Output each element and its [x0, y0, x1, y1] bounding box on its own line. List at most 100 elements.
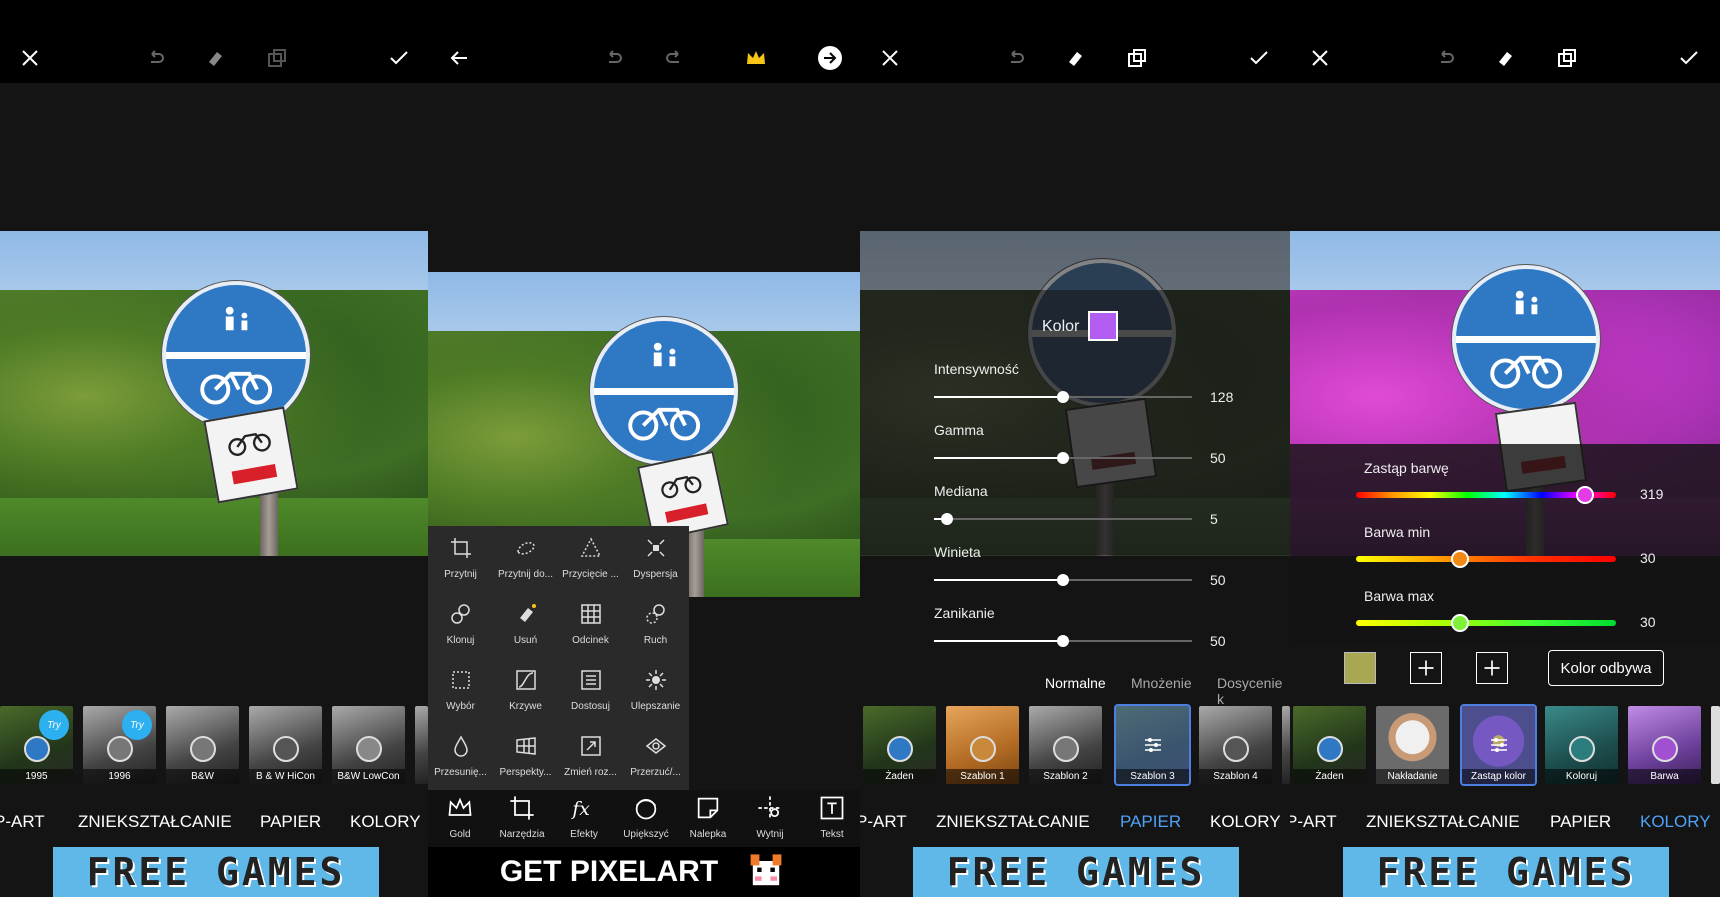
tab-p-art[interactable]: P-ART: [1290, 812, 1337, 832]
tab-p-art[interactable]: P-ART: [860, 812, 907, 832]
tool-free-crop[interactable]: Przycięcie ...: [558, 526, 623, 592]
filter-thumb[interactable]: Żaden: [1293, 706, 1366, 784]
ad-banner[interactable]: FREE GAMES: [913, 847, 1239, 897]
filter-thumb[interactable]: Koloruj: [1545, 706, 1618, 784]
tab-distort[interactable]: ZNIEKSZTAŁCANIE: [1366, 812, 1520, 832]
filter-thumb[interactable]: Szablon 1: [946, 706, 1019, 784]
tool-segment[interactable]: Odcinek: [558, 592, 623, 658]
hue-slider-track[interactable]: [1356, 550, 1616, 568]
back-arrow-icon[interactable]: [444, 43, 474, 73]
filter-thumb[interactable]: B&W: [166, 706, 239, 784]
filter-thumb[interactable]: [415, 706, 428, 784]
tab-colors[interactable]: KOLORY: [1640, 812, 1711, 832]
tool-clone[interactable]: Klonuj: [428, 592, 493, 658]
tool-enhance[interactable]: Ulepszanie: [623, 658, 688, 724]
blend-burn[interactable]: Dosycenie k: [1217, 675, 1290, 707]
filter-thumb[interactable]: [1282, 706, 1290, 784]
tool-cutout[interactable]: Wytnij: [738, 794, 802, 840]
filter-thumb[interactable]: [1711, 706, 1720, 784]
blend-normal[interactable]: Normalne: [1045, 675, 1106, 691]
ad-banner[interactable]: FREE GAMES: [1343, 847, 1669, 897]
next-arrow-icon[interactable]: [815, 43, 845, 73]
undo-icon[interactable]: [1430, 43, 1460, 73]
redo-icon[interactable]: [660, 43, 690, 73]
hue-slider-track[interactable]: [1356, 486, 1616, 504]
tool-sticker[interactable]: Nalepka: [676, 794, 740, 840]
filter-thumb-selected[interactable]: Zastąp kolor: [1460, 704, 1537, 786]
slider-knob[interactable]: [1057, 391, 1069, 403]
filter-thumb-selected[interactable]: Szablon 3: [1114, 704, 1191, 786]
compare-icon[interactable]: [1552, 43, 1582, 73]
hue-slider-knob[interactable]: [1451, 550, 1469, 568]
filter-thumb[interactable]: B&W LowCon: [332, 706, 405, 784]
slider-track[interactable]: [934, 513, 1192, 525]
eraser-icon[interactable]: [200, 43, 230, 73]
tool-gold[interactable]: Gold: [428, 794, 492, 840]
undo-icon[interactable]: [598, 43, 628, 73]
tool-effects[interactable]: fx Efekty: [552, 794, 616, 840]
compare-icon[interactable]: [262, 43, 292, 73]
tool-select[interactable]: Wybór: [428, 658, 493, 724]
apply-check-icon[interactable]: [1674, 43, 1704, 73]
tool-dispersion[interactable]: Dyspersja: [623, 526, 688, 592]
tool-flip[interactable]: Przerzuć/...: [623, 724, 688, 790]
tab-distort[interactable]: ZNIEKSZTAŁCANIE: [936, 812, 1090, 832]
eraser-icon[interactable]: [1060, 43, 1090, 73]
tool-shift[interactable]: Przesunię...: [428, 724, 493, 790]
slider-knob[interactable]: [1057, 574, 1069, 586]
slider-knob[interactable]: [1057, 635, 1069, 647]
add-color-button[interactable]: [1410, 652, 1442, 684]
ad-banner[interactable]: FREE GAMES: [53, 847, 379, 897]
compare-icon[interactable]: [1122, 43, 1152, 73]
filter-thumb[interactable]: B & W HiCon: [249, 706, 322, 784]
tab-paper[interactable]: PAPIER: [260, 812, 321, 832]
ad-banner[interactable]: GET PIXELART: [428, 847, 860, 897]
add-color-button-2[interactable]: [1476, 652, 1508, 684]
tool-remove[interactable]: Usuń: [493, 592, 558, 658]
tab-paper[interactable]: PAPIER: [1550, 812, 1611, 832]
hue-slider-track[interactable]: [1356, 614, 1616, 632]
tab-colors[interactable]: KOLORY: [350, 812, 421, 832]
tool-resize[interactable]: Zmień roz...: [558, 724, 623, 790]
slider-knob[interactable]: [1057, 452, 1069, 464]
tool-tools[interactable]: Narzędzia: [490, 794, 554, 840]
filter-thumb[interactable]: Żaden: [863, 706, 936, 784]
tool-perspective[interactable]: Perspekty...: [493, 724, 558, 790]
picked-color-swatch[interactable]: [1344, 652, 1376, 684]
tool-curves[interactable]: Krzywe: [493, 658, 558, 724]
tab-paper[interactable]: PAPIER: [1120, 812, 1181, 832]
apply-check-icon[interactable]: [384, 43, 414, 73]
color-mode-button[interactable]: Kolor odbywa: [1548, 650, 1664, 686]
apply-check-icon[interactable]: [1244, 43, 1274, 73]
tab-p-art[interactable]: P-ART: [0, 812, 45, 832]
tool-shape-crop[interactable]: Przytnij do...: [493, 526, 558, 592]
filter-thumb[interactable]: Try 1995: [0, 706, 73, 784]
close-icon[interactable]: [1305, 43, 1335, 73]
undo-icon[interactable]: [1000, 43, 1030, 73]
filter-thumb[interactable]: Try 1996: [83, 706, 156, 784]
slider-track[interactable]: [934, 574, 1192, 586]
hue-slider-knob[interactable]: [1575, 486, 1594, 504]
tool-text[interactable]: Tekst: [800, 794, 860, 840]
filter-thumb[interactable]: Nakładanie: [1376, 706, 1449, 784]
tool-adjust[interactable]: Dostosuj: [558, 658, 623, 724]
slider-track[interactable]: [934, 391, 1192, 403]
tab-colors[interactable]: KOLORY: [1210, 812, 1281, 832]
tab-distort[interactable]: ZNIEKSZTAŁCANIE: [78, 812, 232, 832]
slider-track[interactable]: [934, 635, 1192, 647]
filter-thumb[interactable]: Barwa: [1628, 706, 1701, 784]
slider-knob[interactable]: [940, 513, 953, 525]
tool-beautify[interactable]: Upiększyć: [614, 794, 678, 840]
tool-crop[interactable]: Przytnij: [428, 526, 493, 592]
blend-multiply[interactable]: Mnożenie: [1131, 675, 1192, 691]
eraser-icon[interactable]: [1490, 43, 1520, 73]
slider-track[interactable]: [934, 452, 1192, 464]
hue-slider-knob[interactable]: [1451, 614, 1469, 632]
tool-motion[interactable]: Ruch: [623, 592, 688, 658]
filter-thumb[interactable]: Szablon 4: [1199, 706, 1272, 784]
crown-icon[interactable]: [741, 43, 771, 73]
undo-icon[interactable]: [140, 43, 170, 73]
color-swatch[interactable]: [1088, 311, 1118, 341]
close-icon[interactable]: [15, 43, 45, 73]
filter-thumb[interactable]: Szablon 2: [1029, 706, 1102, 784]
